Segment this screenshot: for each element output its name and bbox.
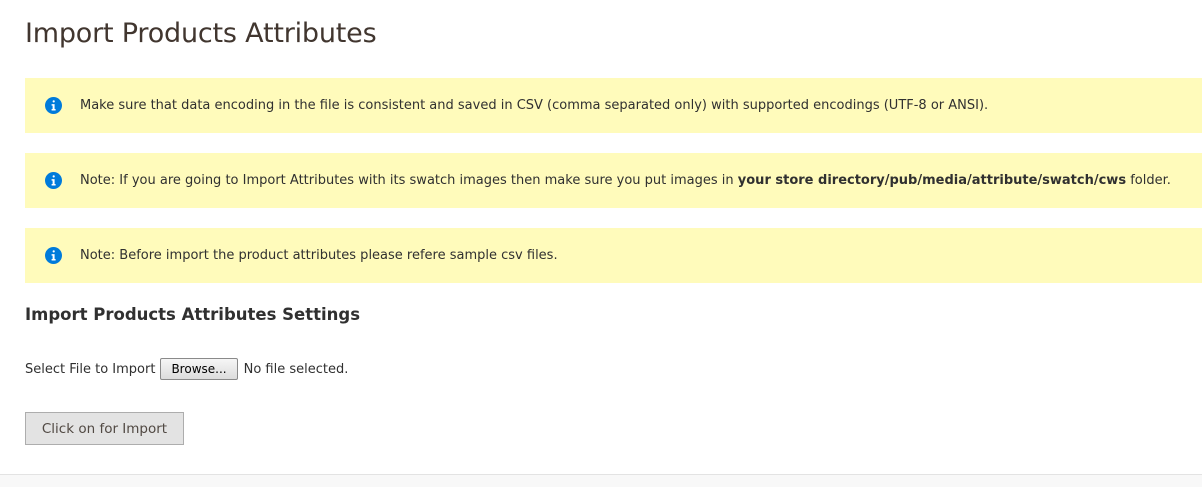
file-select-row: Select File to Import Browse... No file … xyxy=(25,358,348,380)
notice-text-after: folder. xyxy=(1126,173,1171,188)
browse-button[interactable]: Browse... xyxy=(160,358,238,380)
notice-text-before: Note: If you are going to Import Attribu… xyxy=(80,173,738,188)
selected-file-status: No file selected. xyxy=(243,361,349,377)
file-label: Select File to Import xyxy=(25,361,156,377)
import-button[interactable]: Click on for Import xyxy=(25,412,184,445)
info-icon xyxy=(45,247,62,264)
page-title: Import Products Attributes xyxy=(25,18,377,49)
sample-csv-notice: Note: Before import the product attribut… xyxy=(25,228,1202,283)
notice-text: Make sure that data encoding in the file… xyxy=(80,98,989,113)
notice-text: Note: If you are going to Import Attribu… xyxy=(80,153,1171,208)
swatch-images-notice: Note: If you are going to Import Attribu… xyxy=(25,153,1202,208)
settings-section-title: Import Products Attributes Settings xyxy=(25,305,361,324)
footer-bar xyxy=(0,474,1202,487)
encoding-notice: Make sure that data encoding in the file… xyxy=(25,78,1202,133)
info-icon xyxy=(45,172,62,189)
notice-text: Note: Before import the product attribut… xyxy=(80,248,558,263)
swatch-directory-path: your store directory/pub/media/attribute… xyxy=(737,173,1127,188)
info-icon xyxy=(45,97,62,114)
